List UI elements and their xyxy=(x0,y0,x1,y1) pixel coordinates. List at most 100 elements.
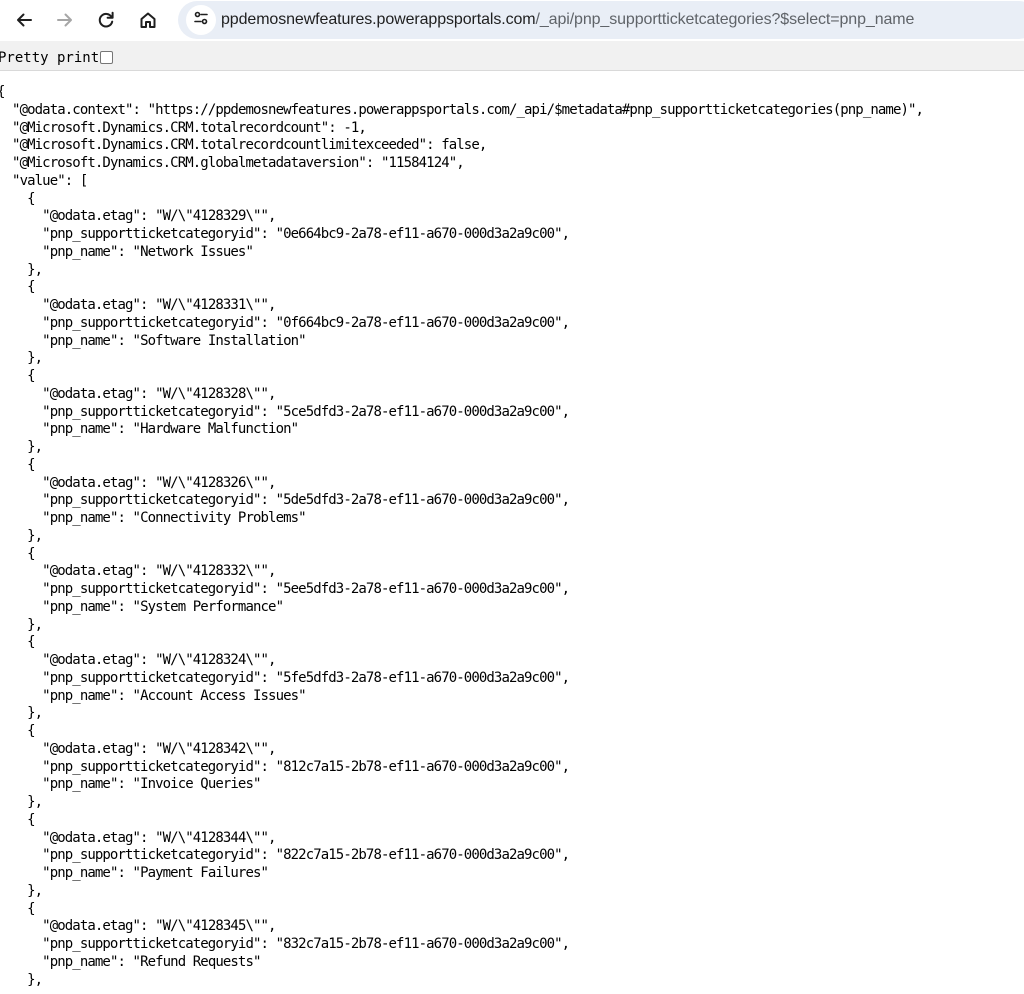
json-record-etag-line: "@odata.etag": "W/\"4128331\"", xyxy=(0,297,276,313)
json-record-name-line: "pnp_name": "Connectivity Problems" xyxy=(0,510,306,526)
json-record-open: { xyxy=(0,368,35,384)
browser-toolbar: ppdemosnewfeatures.powerappsportals.com/… xyxy=(0,0,1024,41)
json-value: W/\"4128324\" xyxy=(162,652,262,668)
json-key: pnp_supportticketcategoryid xyxy=(49,758,254,775)
json-open-brace: { xyxy=(0,84,923,102)
site-info-button[interactable] xyxy=(186,5,216,35)
json-key: @Microsoft.Dynamics.CRM.globalmetadatave… xyxy=(19,155,360,171)
back-button[interactable] xyxy=(8,4,40,36)
json-key: @odata.etag xyxy=(49,740,134,757)
json-record-etag-line: "@odata.etag": "W/\"4128345\"", xyxy=(0,918,276,935)
json-context-line: "@odata.context": "https://ppdemosnewfea… xyxy=(12,101,924,118)
json-key: pnp_name xyxy=(49,421,111,438)
json-record-id-line: "pnp_supportticketcategoryid": "5ee5dfd3… xyxy=(0,581,570,597)
json-key: value xyxy=(19,172,59,189)
json-record-id-line: "pnp_supportticketcategoryid": "5de5dfd3… xyxy=(0,492,570,509)
json-key: pnp_supportticketcategoryid xyxy=(49,314,254,331)
json-key: @odata.etag xyxy=(49,918,134,935)
json-record-close: }, xyxy=(0,705,43,722)
json-key: pnp_name xyxy=(49,598,111,615)
json-value: W/\"4128342\" xyxy=(162,740,262,757)
json-value: 822c7a15-2b78-ef11-a670-000d3a2a9c00 xyxy=(283,847,555,864)
json-value: 5ce5dfd3-2a78-ef11-a670-000d3a2a9c00 xyxy=(283,403,555,420)
json-record-open: { xyxy=(0,190,35,207)
json-value: Hardware Malfunction xyxy=(140,421,291,438)
json-record-id-line: "pnp_supportticketcategoryid": "5ce5dfd3… xyxy=(0,403,570,420)
json-record-name-line: "pnp_name": "Invoice Queries" xyxy=(0,776,261,793)
json-value: Account Access Issues xyxy=(140,687,299,704)
arrow-right-icon xyxy=(56,11,74,29)
json-record-open: { xyxy=(0,279,35,296)
json-value: 832c7a15-2b78-ef11-a670-000d3a2a9c00 xyxy=(283,936,555,952)
json-key: @odata.etag xyxy=(49,652,134,668)
json-record-etag-line: "@odata.etag": "W/\"4128344\"", xyxy=(0,829,276,846)
json-record-open: { xyxy=(0,545,35,562)
json-metadataversion-line: "@Microsoft.Dynamics.CRM.globalmetadatav… xyxy=(12,155,465,171)
json-record-open: { xyxy=(0,900,35,917)
json-value: false xyxy=(441,137,480,154)
tune-icon xyxy=(193,10,209,30)
json-key: @odata.etag xyxy=(49,829,134,846)
json-record-close: }, xyxy=(0,971,43,988)
json-trailing-line: , xyxy=(0,989,923,994)
json-value: Network Issues xyxy=(140,243,246,260)
json-value: 5fe5dfd3-2a78-ef11-a670-000d3a2a9c00 xyxy=(283,669,555,686)
json-key: pnp_name xyxy=(49,332,111,349)
json-record-open: { xyxy=(0,634,35,651)
forward-button[interactable] xyxy=(49,4,81,36)
reload-button[interactable] xyxy=(90,4,122,36)
json-value: 0e664bc9-2a78-ef11-a670-000d3a2a9c00 xyxy=(283,226,555,242)
json-key: @odata.etag xyxy=(49,474,134,491)
json-value: W/\"4128329\" xyxy=(162,208,262,225)
json-value: W/\"4128344\" xyxy=(162,829,262,846)
json-value: W/\"4128345\" xyxy=(162,918,262,935)
json-key: pnp_supportticketcategoryid xyxy=(49,403,254,420)
json-record-close: }, xyxy=(0,261,43,278)
pretty-print-checkbox[interactable] xyxy=(100,51,113,64)
json-value: W/\"4128332\" xyxy=(162,563,262,580)
json-records: { "@odata.etag": "W/\"4128329\"", "pnp_s… xyxy=(0,191,923,990)
json-record-close: }, xyxy=(0,439,43,455)
json-key: @odata.context xyxy=(19,101,126,118)
json-key: pnp_supportticketcategoryid xyxy=(49,581,254,597)
url-path: /_api/pnp_supportticketcategories?$selec… xyxy=(535,11,915,28)
json-record-open: { xyxy=(0,723,35,739)
json-record-close: }, xyxy=(0,882,43,899)
home-button[interactable] xyxy=(132,4,164,36)
reload-icon xyxy=(97,11,115,29)
json-record-id-line: "pnp_supportticketcategoryid": "0f664bc9… xyxy=(0,314,570,331)
json-record-etag-line: "@odata.etag": "W/\"4128324\"", xyxy=(0,652,276,668)
url-text[interactable]: ppdemosnewfeatures.powerappsportals.com/… xyxy=(221,10,914,30)
json-key: @odata.etag xyxy=(49,563,134,580)
address-bar[interactable]: ppdemosnewfeatures.powerappsportals.com/… xyxy=(178,1,1024,39)
url-host: ppdemosnewfeatures.powerappsportals.com xyxy=(221,11,536,28)
json-key: pnp_name xyxy=(49,865,111,881)
json-record-id-line: "pnp_supportticketcategoryid": "822c7a15… xyxy=(0,847,570,864)
json-key: @Microsoft.Dynamics.CRM.totalrecordcount… xyxy=(19,137,420,154)
json-record-id-line: "pnp_supportticketcategoryid": "0e664bc9… xyxy=(0,226,570,242)
json-record-name-line: "pnp_name": "Account Access Issues" xyxy=(0,687,306,704)
json-value-array-line: "value": [ xyxy=(12,172,88,189)
json-value: W/\"4128331\" xyxy=(162,297,262,313)
json-key: pnp_supportticketcategoryid xyxy=(49,669,254,686)
json-key: pnp_name xyxy=(49,243,111,260)
json-value: 11584124 xyxy=(388,155,450,171)
pretty-print-label: Pretty print xyxy=(0,50,100,66)
json-record-close: }, xyxy=(0,527,43,544)
json-key: pnp_supportticketcategoryid xyxy=(49,847,254,864)
json-totalrecordcount-line: "@Microsoft.Dynamics.CRM.totalrecordcoun… xyxy=(12,119,367,136)
json-record-id-line: "pnp_supportticketcategoryid": "832c7a15… xyxy=(0,936,570,952)
json-value: Connectivity Problems xyxy=(140,510,299,526)
json-value: 812c7a15-2b78-ef11-a670-000d3a2a9c00 xyxy=(283,758,555,775)
json-key: pnp_supportticketcategoryid xyxy=(49,226,254,242)
json-record-close: }, xyxy=(0,794,43,810)
json-record-name-line: "pnp_name": "Software Installation" xyxy=(0,332,306,349)
json-record-id-line: "pnp_supportticketcategoryid": "812c7a15… xyxy=(0,758,570,775)
json-record-etag-line: "@odata.etag": "W/\"4128332\"", xyxy=(0,563,276,580)
json-value: W/\"4128328\" xyxy=(162,385,262,402)
json-record-etag-line: "@odata.etag": "W/\"4128342\"", xyxy=(0,740,276,757)
json-record-name-line: "pnp_name": "System Performance" xyxy=(0,598,284,615)
json-record-name-line: "pnp_name": "Hardware Malfunction" xyxy=(0,421,299,438)
json-record-etag-line: "@odata.etag": "W/\"4128326\"", xyxy=(0,474,276,491)
json-key: pnp_name xyxy=(49,953,111,970)
